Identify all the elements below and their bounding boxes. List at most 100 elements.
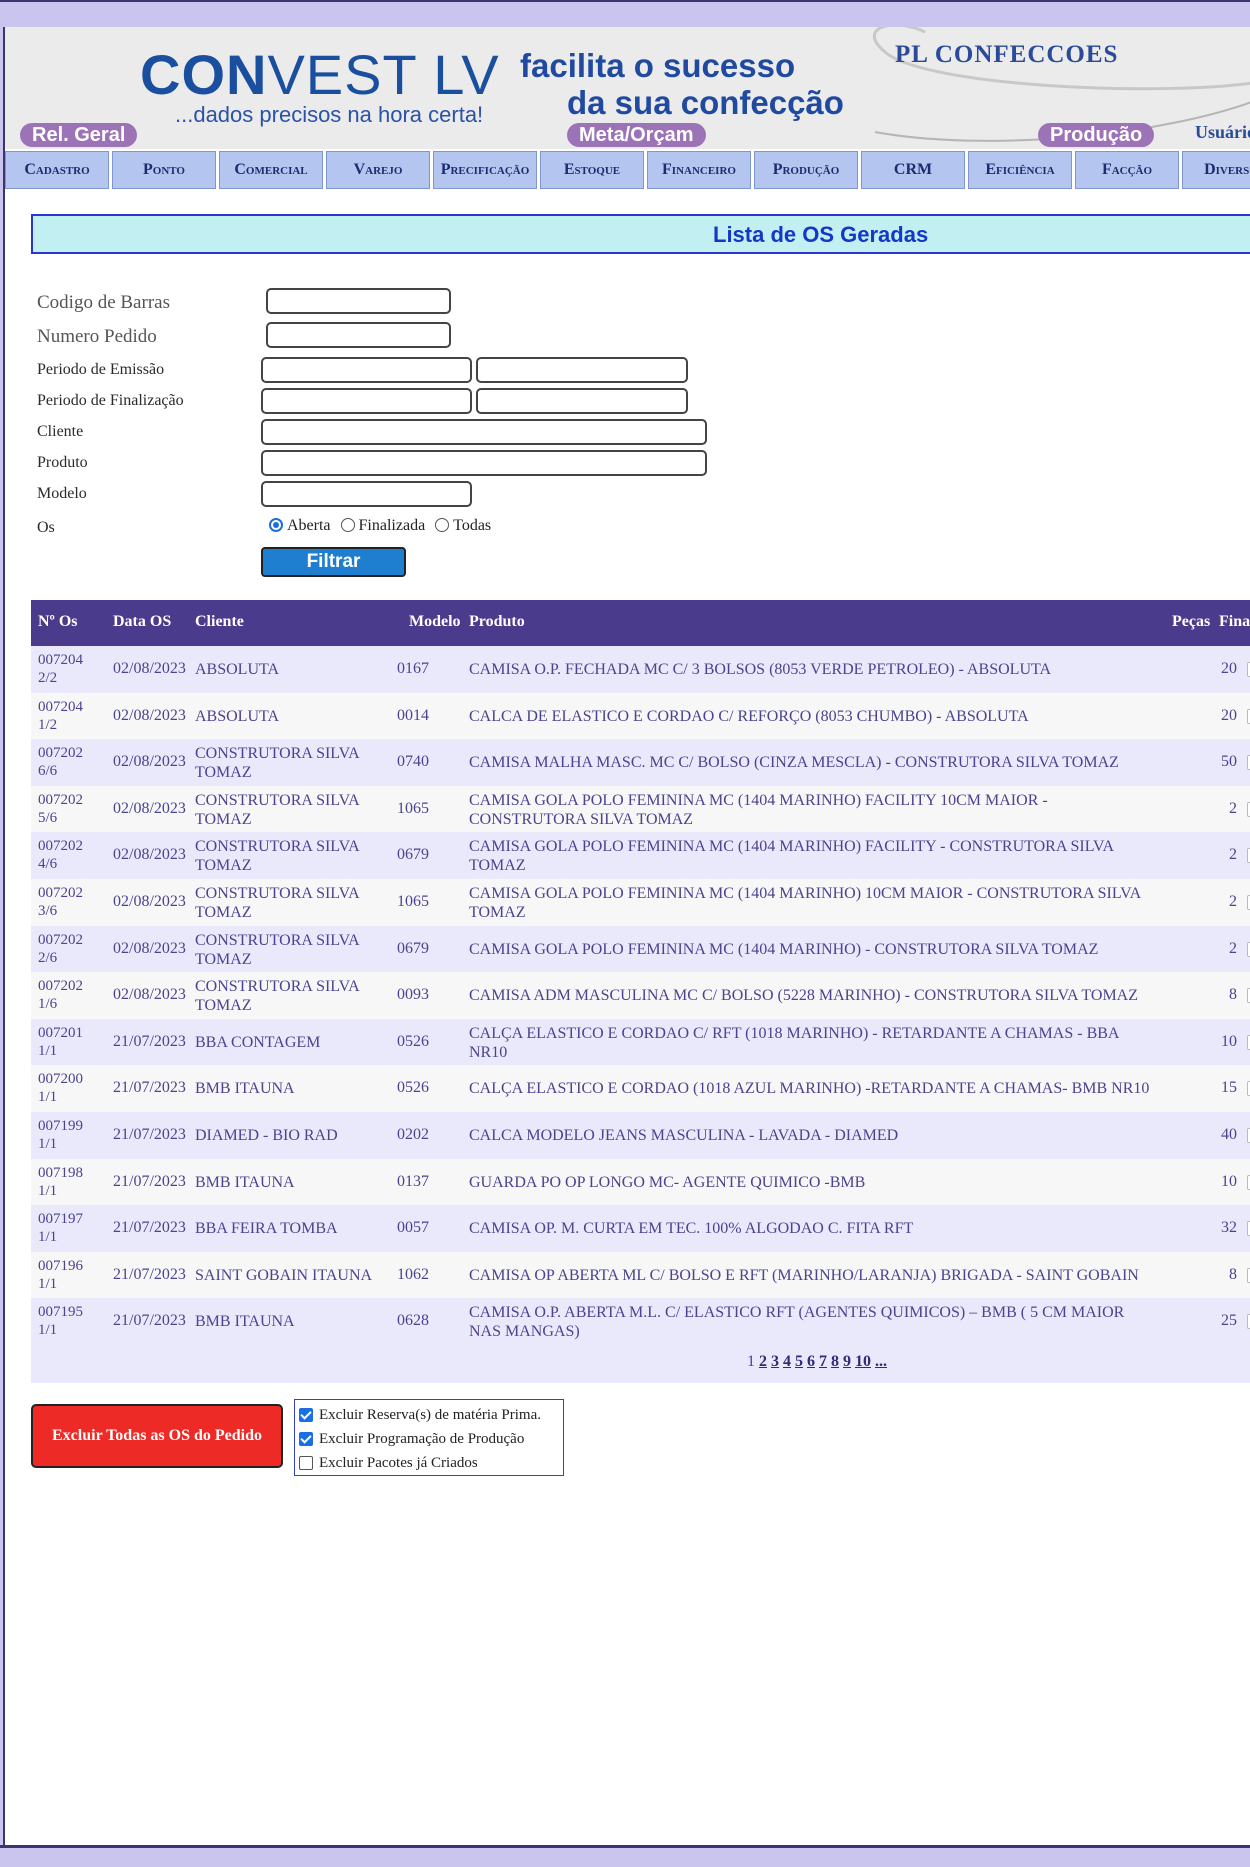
col-header-final[interactable]: Final — [1219, 613, 1250, 631]
col-header-pecas[interactable]: Peças — [1172, 613, 1210, 631]
checkbox-excluir-programacao[interactable] — [299, 1432, 313, 1446]
os-part: 1/1 — [38, 1089, 58, 1106]
radio-todas[interactable] — [435, 518, 450, 532]
cell-os[interactable]: 007202 3/6 — [38, 884, 102, 920]
finalizacao-fim-input[interactable] — [476, 388, 688, 414]
cell-os[interactable]: 007204 1/2 — [38, 698, 102, 734]
menu-item-eficiencia[interactable]: Eficiência — [968, 151, 1072, 189]
table-row[interactable]: 007202 3/6 02/08/2023 CONSTRUTORA SILVA TOMA… — [31, 878, 1250, 926]
col-header-cliente[interactable]: Cliente — [195, 613, 244, 631]
table-row[interactable]: 007204 1/2 02/08/2023 ABSOLUTA 0014 CALCA DE … — [31, 692, 1250, 740]
os-number: 007202 — [38, 791, 83, 808]
menu-item-diversos[interactable]: Diversos — [1182, 151, 1250, 189]
cell-os[interactable]: 007196 1/1 — [38, 1257, 102, 1293]
excluir-todas-os-button[interactable]: Excluir Todas as OS do Pedido — [31, 1404, 283, 1468]
page-link[interactable]: 9 — [843, 1353, 851, 1370]
cell-cliente: BMB ITAUNA — [195, 1312, 385, 1331]
table-row[interactable]: 007201 1/1 21/07/2023 BBA CONTAGEM 0526 CALÇA… — [31, 1018, 1250, 1066]
col-header-os[interactable]: Nº Os — [38, 613, 78, 631]
opt-excluir-reserva[interactable]: Excluir Reserva(s) de matéria Prima. — [299, 1403, 559, 1427]
filtrar-button[interactable]: Filtrar — [261, 547, 406, 577]
page-link[interactable]: ... — [875, 1353, 887, 1370]
col-header-produto[interactable]: Produto — [469, 613, 525, 631]
table-row[interactable]: 007195 1/1 21/07/2023 BMB ITAUNA 0628 CAMISA … — [31, 1298, 1250, 1345]
table-row[interactable]: 007198 1/1 21/07/2023 BMB ITAUNA 0137 GUARDA … — [31, 1158, 1250, 1206]
col-header-data[interactable]: Data OS — [113, 613, 171, 631]
table-row[interactable]: 007204 2/2 02/08/2023 ABSOLUTA 0167 CAMISA O.… — [31, 646, 1250, 693]
produto-line-1: CAMISA OP ABERTA ML C/ BOLSO E RFT (MARI… — [469, 1266, 1139, 1284]
table-row[interactable]: 007199 1/1 21/07/2023 DIAMED - BIO RAD 0202 C… — [31, 1111, 1250, 1159]
cell-os[interactable]: 007202 1/6 — [38, 977, 102, 1013]
checkbox-excluir-reserva[interactable] — [299, 1408, 313, 1422]
table-row[interactable]: 007196 1/1 21/07/2023 SAINT GOBAIN ITAUNA 10… — [31, 1251, 1250, 1299]
menu-item-financeiro[interactable]: Financeiro — [647, 151, 751, 189]
cell-os[interactable]: 007202 4/6 — [38, 837, 102, 873]
page-link[interactable]: 4 — [783, 1353, 791, 1370]
table-row[interactable]: 007202 6/6 02/08/2023 CONSTRUTORA SILVA TOMA… — [31, 739, 1250, 786]
cliente-input[interactable] — [261, 419, 707, 445]
modelo-input[interactable] — [261, 481, 472, 507]
os-number: 007199 — [38, 1117, 83, 1134]
rel-geral-button[interactable]: Rel. Geral — [20, 123, 138, 147]
menu-item-ponto[interactable]: Ponto — [112, 151, 216, 189]
cell-os[interactable]: 007201 1/1 — [38, 1024, 102, 1060]
table-row[interactable]: 007197 1/1 21/07/2023 BBA FEIRA TOMBA 0057 CA… — [31, 1205, 1250, 1252]
radio-aberta[interactable] — [269, 518, 283, 532]
cell-os[interactable]: 007198 1/1 — [38, 1164, 102, 1200]
cell-os[interactable]: 007199 1/1 — [38, 1117, 102, 1153]
produto-line-1: CAMISA GOLA POLO FEMININA MC (1404 MARIN… — [469, 791, 1048, 809]
page-link[interactable]: 3 — [771, 1353, 779, 1370]
menu-item-estoque[interactable]: Estoque — [540, 151, 644, 189]
page-link[interactable]: 6 — [807, 1353, 815, 1370]
cell-os[interactable]: 007202 2/6 — [38, 931, 102, 967]
os-status-radio-group: Aberta Finalizada Todas — [269, 517, 501, 535]
meta-orcam-button[interactable]: Meta/Orçam — [567, 123, 706, 147]
menu-item-varejo[interactable]: Varejo — [326, 151, 430, 189]
table-row[interactable]: 007202 2/6 02/08/2023 CONSTRUTORA SILVA TOMA… — [31, 925, 1250, 973]
os-number: 007198 — [38, 1164, 83, 1181]
logo[interactable]: CONVEST LV — [140, 45, 500, 105]
col-header-modelo[interactable]: Modelo — [409, 613, 461, 631]
table-row[interactable]: 007202 5/6 02/08/2023 CONSTRUTORA SILVA TOMA… — [31, 785, 1250, 833]
table-row[interactable]: 007200 1/1 21/07/2023 BMB ITAUNA 0526 CALÇA E… — [31, 1065, 1250, 1112]
cell-os[interactable]: 007202 6/6 — [38, 744, 102, 780]
menu-item-cadastro[interactable]: Cadastro — [5, 151, 109, 189]
cell-produto: CAMISA O.P. ABERTA M.L. C/ ELASTICO RFT … — [469, 1303, 1169, 1341]
cell-os[interactable]: 007200 1/1 — [38, 1070, 102, 1106]
radio-todas-option[interactable]: Todas — [435, 517, 491, 535]
page-link[interactable]: 2 — [759, 1353, 767, 1370]
cell-pecas: 32 — [1221, 1219, 1237, 1237]
menu-item-faccao[interactable]: Facção — [1075, 151, 1179, 189]
codigo-barras-input[interactable] — [266, 288, 451, 314]
page-link[interactable]: 8 — [831, 1353, 839, 1370]
usuario-label[interactable]: Usuário — [1195, 122, 1250, 143]
cell-os[interactable]: 007197 1/1 — [38, 1210, 102, 1246]
menu-item-producao[interactable]: Produção — [754, 151, 858, 189]
finalizacao-inicio-input[interactable] — [261, 388, 472, 414]
numero-pedido-input[interactable] — [266, 322, 451, 348]
menu-item-comercial[interactable]: Comercial — [219, 151, 323, 189]
cell-os[interactable]: 007195 1/1 — [38, 1303, 102, 1339]
table-row[interactable]: 007202 1/6 02/08/2023 CONSTRUTORA SILVA TOMA… — [31, 972, 1250, 1019]
cell-os[interactable]: 007204 2/2 — [38, 651, 102, 687]
page-link[interactable]: 10 — [855, 1353, 871, 1370]
produto-line-2: CONSTRUTORA SILVA TOMAZ — [469, 810, 694, 828]
cell-os[interactable]: 007202 5/6 — [38, 791, 102, 827]
menu-item-precificacao[interactable]: Precificação — [433, 151, 537, 189]
cell-data: 02/08/2023 — [113, 753, 186, 771]
table-row[interactable]: 007202 4/6 02/08/2023 CONSTRUTORA SILVA TOMA… — [31, 832, 1250, 879]
emissao-fim-input[interactable] — [476, 357, 688, 383]
opt-excluir-pacotes[interactable]: Excluir Pacotes já Criados — [299, 1451, 559, 1475]
page-link[interactable]: 7 — [819, 1353, 827, 1370]
radio-aberta-option[interactable]: Aberta — [269, 517, 331, 535]
opt-excluir-programacao[interactable]: Excluir Programação de Produção — [299, 1427, 559, 1451]
checkbox-excluir-pacotes[interactable] — [299, 1456, 313, 1470]
page-link[interactable]: 5 — [795, 1353, 803, 1370]
radio-finalizada-option[interactable]: Finalizada — [340, 517, 425, 535]
producao-button[interactable]: Produção — [1038, 123, 1155, 147]
produto-input[interactable] — [261, 450, 707, 476]
pagination-links: 1 2 3 4 5 6 7 8 9 10 ... — [747, 1353, 887, 1371]
menu-item-crm[interactable]: CRM — [861, 151, 965, 189]
radio-finalizada[interactable] — [340, 518, 355, 532]
emissao-inicio-input[interactable] — [261, 357, 472, 383]
